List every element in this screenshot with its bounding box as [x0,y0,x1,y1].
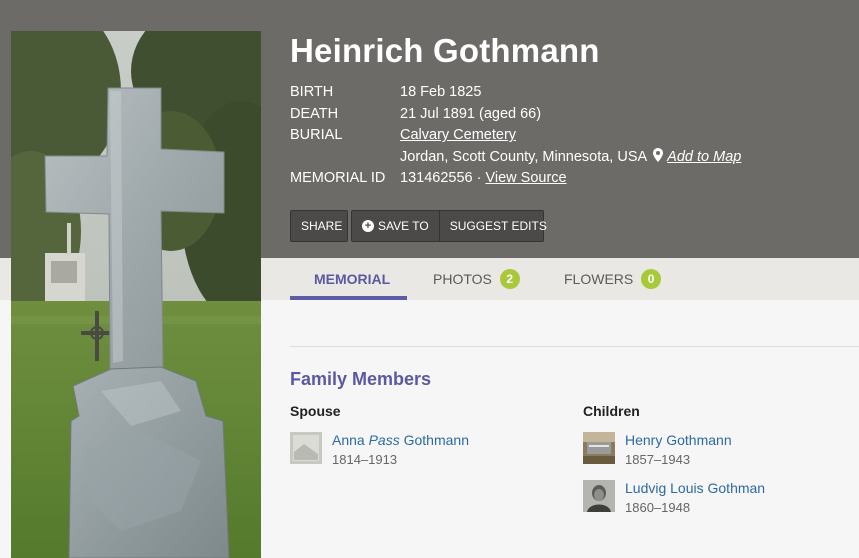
spouse-last-name: Gothmann [403,432,469,448]
spouse-first-name: Anna [332,432,365,448]
tab-flowers-label: FLOWERS [564,271,634,287]
active-tab-indicator [290,296,407,300]
flowers-count-badge: 0 [641,269,662,289]
spouse-name-link[interactable]: Anna Pass Gothmann [332,432,469,448]
death-row: DEATH 21 Jul 1891 (aged 66) [290,104,850,126]
add-to-map-link[interactable]: Add to Map [667,149,741,165]
burial-location: Jordan, Scott County, Minnesota, USA [400,148,648,165]
view-source-link[interactable]: View Source [485,170,566,186]
memorial-id-row: MEMORIAL ID 131462556 · View Source [290,168,850,190]
child-item[interactable]: Ludvig Louis Gothman 1860–1948 [583,480,843,520]
spouse-item[interactable]: Anna Pass Gothmann 1814–1913 [290,432,550,472]
map-pin-icon [653,147,664,162]
vitals-table: BIRTH 18 Feb 1825 DEATH 21 Jul 1891 (age… [290,82,850,190]
tab-memorial[interactable]: MEMORIAL [314,258,390,300]
cemetery-link[interactable]: Calvary Cemetery [400,127,516,143]
share-button[interactable]: SHARE [291,211,352,241]
birth-value: 18 Feb 1825 [400,84,482,100]
birth-label: BIRTH [290,84,334,100]
death-value: 21 Jul 1891 (aged 66) [400,105,542,122]
child-dates: 1857–1943 [625,452,691,467]
action-button-group: + SAVE TO SUGGEST EDITS [351,210,547,242]
tab-memorial-label: MEMORIAL [314,271,391,287]
memorial-id-label: MEMORIAL ID [290,170,386,187]
memorial-photo[interactable] [11,31,261,558]
memorial-id-value: 131462556 · [400,170,482,187]
child-name-link[interactable]: Ludvig Louis Gothman [625,480,765,496]
burial-row: BURIAL Calvary Cemetery [290,125,850,147]
death-label: DEATH [290,105,339,122]
section-divider [290,346,859,347]
child-dates: 1860–1948 [625,500,691,515]
birth-row: BIRTH 18 Feb 1825 [290,82,850,104]
child-item[interactable]: Henry Gothmann 1857–1943 [583,432,843,472]
memorial-name: Heinrich Gothmann [290,32,600,69]
child-thumbnail[interactable] [583,480,615,512]
child-thumbnail[interactable] [583,432,615,464]
plus-circle-icon: + [362,220,374,232]
tab-photos-label: PHOTOS [433,271,492,287]
spouse-heading: Spouse [290,403,341,419]
child-name-link[interactable]: Henry Gothmann [625,432,732,448]
tab-flowers[interactable]: FLOWERS 0 [564,258,662,300]
children-heading: Children [583,403,640,419]
burial-label: BURIAL [290,127,343,144]
photos-count-badge: 2 [499,269,520,289]
spouse-thumbnail[interactable] [290,432,322,464]
save-to-button[interactable]: + SAVE TO [352,211,439,241]
tab-photos[interactable]: PHOTOS 2 [433,258,520,300]
spouse-dates: 1814–1913 [332,452,398,467]
spouse-maiden-name: Pass [368,432,400,448]
save-to-label: SAVE TO [378,219,429,233]
share-button-group: SHARE [290,210,348,242]
suggest-edits-button[interactable]: SUGGEST EDITS [438,211,557,241]
burial-location-row: Jordan, Scott County, Minnesota, USA Add … [290,147,850,169]
family-members-heading: Family Members [290,369,432,389]
